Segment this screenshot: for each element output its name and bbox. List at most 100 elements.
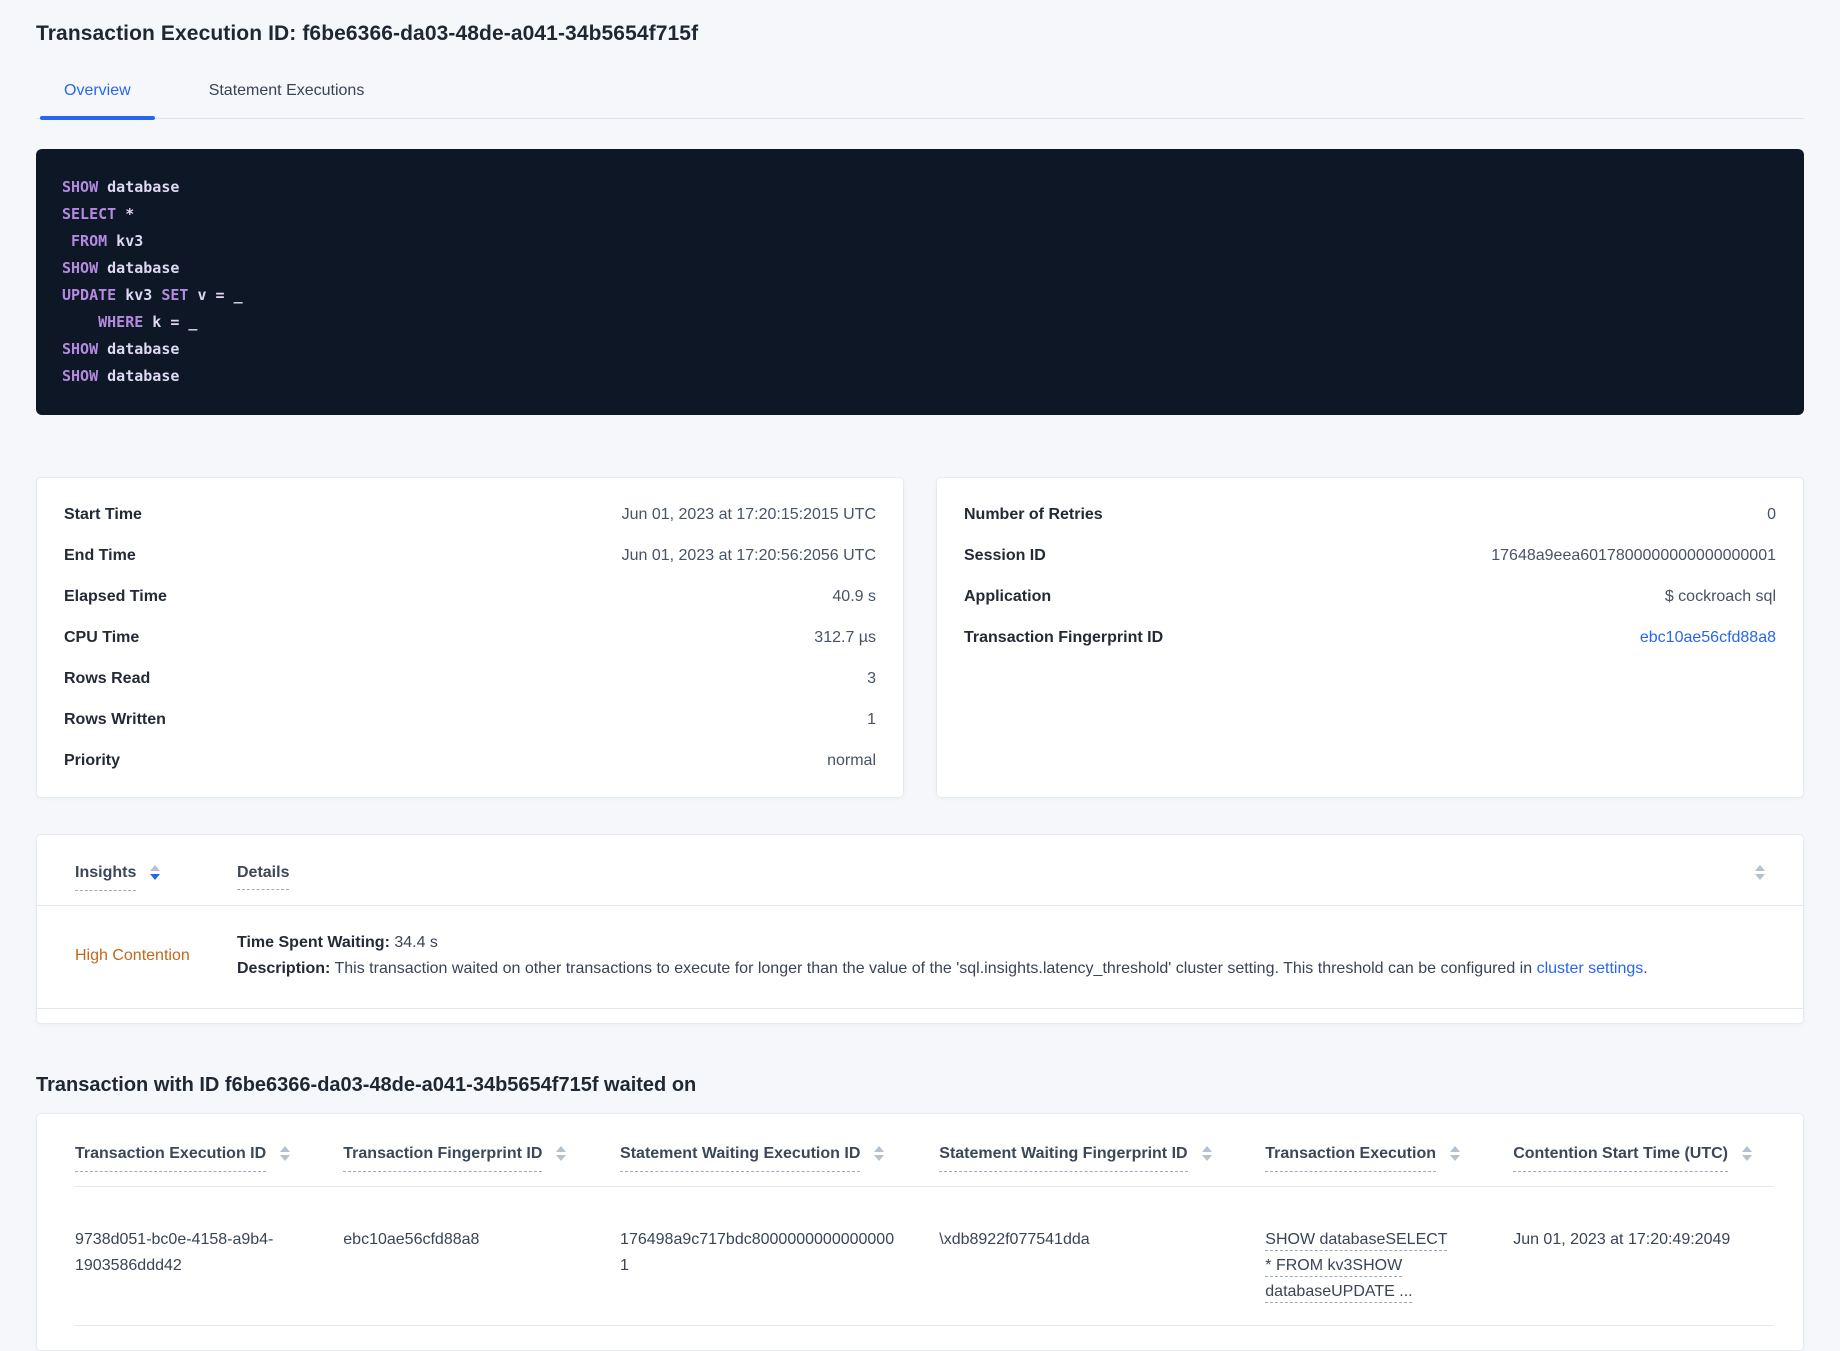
sql-text: database — [98, 259, 180, 277]
waited-on-table-card: Transaction Execution ID Transaction Fing… — [36, 1113, 1804, 1351]
tab-bar: Overview Statement Executions — [36, 82, 1804, 120]
summary-value: 1 — [867, 711, 876, 728]
sort-desc-arrow-icon — [1201, 1155, 1212, 1161]
summary-label: Rows Written — [64, 711, 166, 728]
sort-desc-arrow-icon — [1742, 1155, 1752, 1161]
statement-waiting-fingerprint-id-cell: \xdb8922f077541dda — [939, 1231, 1090, 1248]
summary-label: Transaction Fingerprint ID — [964, 629, 1164, 646]
insight-name-high-contention: High Contention — [75, 947, 190, 964]
session-summary-card: Number of Retries 0 Session ID 17648a9eea60… — [936, 477, 1804, 798]
summary-label: End Time — [64, 547, 136, 564]
summary-value: 3 — [867, 670, 876, 687]
waited-on-table-header: Transaction Execution ID Transaction Fing… — [75, 1144, 1773, 1187]
sort-asc-arrow-icon — [1742, 1146, 1752, 1152]
column-header-statement-waiting-fingerprint-id[interactable]: Statement Waiting Fingerprint ID — [939, 1144, 1265, 1172]
summary-cards-row: Start Time Jun 01, 2023 at 17:20:15:2015 … — [36, 477, 1804, 798]
sql-text: database — [98, 178, 180, 196]
sort-asc-arrow-icon — [150, 865, 161, 871]
sort-desc-arrow-icon — [150, 874, 161, 880]
sort-asc-arrow-icon — [556, 1146, 567, 1152]
sql-line: SHOW database — [62, 255, 1778, 282]
transaction-fingerprint-id-link[interactable]: ebc10ae56cfd88a8 — [1640, 628, 1776, 647]
summary-value: normal — [827, 752, 876, 769]
summary-label: CPU Time — [64, 629, 140, 646]
page-title: Transaction Execution ID: f6be6366-da03-… — [36, 22, 699, 45]
sql-line: SHOW database — [62, 336, 1778, 363]
sort-asc-arrow-icon — [874, 1146, 885, 1152]
sort-asc-arrow-icon — [1201, 1146, 1212, 1152]
sort-asc-arrow-icon — [1450, 1146, 1460, 1152]
transaction-execution-statement-link[interactable]: SHOW databaseSELECT * FROM kv3SHOW datab… — [1265, 1227, 1455, 1305]
sort-desc-arrow-icon — [1755, 874, 1765, 880]
summary-label: Start Time — [64, 506, 142, 523]
column-header-details[interactable]: Details — [237, 863, 290, 890]
summary-value: Jun 01, 2023 at 17:20:56:2056 UTC — [621, 547, 876, 564]
column-header-label: Contention Start Time (UTC) — [1513, 1144, 1728, 1172]
column-header-statement-waiting-execution-id[interactable]: Statement Waiting Execution ID — [620, 1144, 939, 1172]
column-header-label: Transaction Execution — [1265, 1144, 1436, 1172]
transaction-execution-id-cell: 9738d051-bc0e-4158-a9b4-1903586ddd42 — [75, 1231, 274, 1274]
sql-text: kv3 — [116, 286, 162, 304]
waited-on-table-body: 9738d051-bc0e-4158-a9b4-1903586ddd42 ebc1… — [75, 1187, 1773, 1326]
sql-line: FROM kv3 — [62, 228, 1778, 255]
sort-asc-arrow-icon — [280, 1146, 291, 1152]
sql-keyword: SET — [161, 286, 189, 304]
summary-row: CPU Time 312.7 µs — [64, 628, 876, 647]
summary-row: Rows Read 3 — [64, 669, 876, 688]
sql-text: k = _ — [143, 313, 198, 331]
sort-icon — [556, 1146, 567, 1161]
sql-line: WHERE k = _ — [62, 309, 1778, 336]
insights-table-row: High Contention Time Spent Waiting: 34.4… — [37, 906, 1803, 1009]
sql-text: database — [98, 340, 180, 358]
sql-line: SELECT * — [62, 201, 1778, 228]
column-header-insights[interactable]: Insights — [75, 863, 237, 891]
sort-icon — [1201, 1146, 1212, 1161]
insight-description-text: This transaction waited on other transac… — [334, 960, 1537, 977]
summary-value: 40.9 s — [832, 588, 876, 605]
transaction-details-page: Transaction Execution ID: f6be6366-da03-… — [0, 22, 1840, 1351]
contention-start-time-cell: Jun 01, 2023 at 17:20:49:2049 — [1513, 1231, 1731, 1248]
column-header-contention-start-time-utc-[interactable]: Contention Start Time (UTC) — [1513, 1144, 1773, 1172]
summary-label: Elapsed Time — [64, 588, 167, 605]
column-header-transaction-execution[interactable]: Transaction Execution — [1265, 1144, 1513, 1172]
execution-summary-card: Start Time Jun 01, 2023 at 17:20:15:2015 … — [36, 477, 904, 798]
sql-keyword: FROM — [71, 232, 108, 250]
time-spent-waiting-value: 34.4 s — [394, 934, 438, 951]
sql-keyword: UPDATE — [62, 286, 117, 304]
insights-card: Insights Details High Contention Time Spe… — [36, 834, 1804, 1024]
summary-value: $ cockroach sql — [1664, 588, 1776, 605]
tab-statement-executions[interactable]: Statement Executions — [209, 82, 365, 118]
summary-label: Session ID — [964, 547, 1046, 564]
summary-row: Application $ cockroach sql — [964, 587, 1776, 606]
sql-keyword: SHOW — [62, 367, 99, 385]
column-header-label: Transaction Fingerprint ID — [343, 1144, 543, 1172]
sql-line: UPDATE kv3 SET v = _ — [62, 282, 1778, 309]
summary-value: Jun 01, 2023 at 17:20:15:2015 UTC — [621, 506, 876, 523]
summary-row: Elapsed Time 40.9 s — [64, 587, 876, 606]
column-header-transaction-execution-id[interactable]: Transaction Execution ID — [75, 1144, 343, 1172]
table-row: 9738d051-bc0e-4158-a9b4-1903586ddd42 ebc1… — [75, 1187, 1773, 1326]
tab-overview[interactable]: Overview — [40, 82, 155, 120]
column-header-transaction-fingerprint-id[interactable]: Transaction Fingerprint ID — [343, 1144, 620, 1172]
sort-icon — [1450, 1146, 1460, 1161]
cluster-settings-link[interactable]: cluster settings — [1537, 960, 1644, 977]
transaction-sql-box: SHOW database SELECT * FROM kv3 SHOW datab… — [36, 149, 1804, 415]
summary-row: End Time Jun 01, 2023 at 17:20:56:2056 UT… — [64, 546, 876, 565]
summary-value: 17648a9eea6017800000000000000001 — [1491, 547, 1776, 564]
column-header-label: Details — [237, 864, 290, 890]
summary-row: Number of Retries 0 — [964, 505, 1776, 524]
summary-row: Priority normal — [64, 751, 876, 770]
insight-details: Time Spent Waiting: 34.4 s Description: … — [237, 930, 1765, 982]
sql-line: SHOW database — [62, 363, 1778, 390]
insight-description-label: Description: — [237, 960, 331, 977]
insights-table-header: Insights Details — [37, 835, 1803, 906]
column-header-label: Statement Waiting Fingerprint ID — [939, 1144, 1188, 1172]
sql-text: kv3 — [107, 232, 144, 250]
sql-text: v = _ — [188, 286, 243, 304]
summary-label: Application — [964, 588, 1052, 605]
sort-icon — [1742, 1146, 1752, 1161]
column-header-label: Statement Waiting Execution ID — [620, 1144, 861, 1172]
summary-row: Start Time Jun 01, 2023 at 17:20:15:2015 … — [64, 505, 876, 524]
